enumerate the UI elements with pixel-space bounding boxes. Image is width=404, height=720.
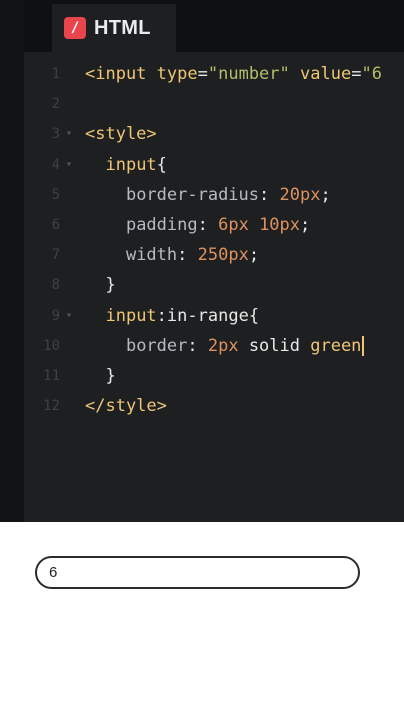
line-number: 1 <box>51 66 60 82</box>
code-text: <input type="number" value="6 <box>85 59 382 89</box>
code-token: 20px <box>279 184 321 205</box>
code-editor[interactable]: / HTML 1 <input type="number" value="6 2 3 ▾… <box>0 0 404 522</box>
code-token: solid <box>238 335 311 356</box>
code-token: : <box>197 214 219 235</box>
code-line[interactable]: 10 border: 2px solid green <box>24 331 404 361</box>
code-line[interactable]: 5 border-radius: 20px; <box>24 180 404 210</box>
code-token: border-radius <box>125 184 260 205</box>
text-cursor <box>362 335 365 356</box>
tab-bar: / HTML <box>24 0 404 52</box>
code-token: 10px <box>259 214 301 235</box>
code-text: width: 250px; <box>85 240 259 270</box>
line-number: 11 <box>43 367 60 384</box>
code-token: ; <box>300 214 311 235</box>
code-line[interactable]: 2 <box>24 89 404 119</box>
code-token: type <box>156 64 198 84</box>
line-number: 12 <box>43 398 60 415</box>
editor-side-strip <box>0 0 24 522</box>
code-token: </style> <box>85 396 167 417</box>
code-token: 6px <box>218 214 249 235</box>
code-token: value <box>300 64 352 84</box>
code-token: } <box>105 275 116 296</box>
code-token: 2px <box>207 335 239 356</box>
code-text: </style> <box>85 391 167 421</box>
code-token: : <box>177 245 198 266</box>
line-number: 4 <box>51 156 60 173</box>
code-token: 250px <box>197 245 249 266</box>
code-token: "6 <box>361 64 382 84</box>
code-line[interactable]: 8 } <box>24 270 404 300</box>
line-number: 6 <box>51 216 60 233</box>
code-token: = <box>197 64 208 84</box>
code-token: "number" <box>207 64 290 84</box>
fold-arrow-icon[interactable]: ▾ <box>66 301 72 331</box>
code-token: in-range <box>166 305 249 326</box>
code-line[interactable]: 6 padding: 6px 10px; <box>24 210 404 240</box>
code-token: ; <box>320 184 331 205</box>
code-token: } <box>105 365 116 386</box>
code-text: input{ <box>85 150 167 180</box>
code-line[interactable]: 1 <input type="number" value="6 <box>24 59 404 89</box>
code-token: padding <box>125 214 198 235</box>
code-line[interactable]: 4 ▾ input{ <box>24 150 404 180</box>
tab-html[interactable]: / HTML <box>52 4 176 52</box>
code-text: input:in-range{ <box>85 301 259 331</box>
code-text: } <box>85 361 116 391</box>
line-number: 3 <box>51 126 60 143</box>
code-token: width <box>125 245 178 266</box>
line-number: 9 <box>51 307 60 324</box>
code-token: = <box>351 64 362 84</box>
html-file-icon: / <box>64 17 86 39</box>
tab-html-label: HTML <box>94 16 151 39</box>
code-token: input <box>105 305 157 326</box>
code-line[interactable]: 3 ▾ <style> <box>24 119 404 149</box>
line-number: 5 <box>51 186 60 203</box>
code-token: ; <box>248 245 260 266</box>
code-token: : <box>156 305 167 326</box>
code-text: } <box>85 270 116 300</box>
number-input-preview[interactable] <box>35 556 360 589</box>
code-line[interactable]: 7 width: 250px; <box>24 240 404 270</box>
code-token: { <box>156 154 167 175</box>
code-token: border <box>125 335 188 356</box>
fold-arrow-icon[interactable]: ▾ <box>66 150 72 180</box>
code-token: : <box>187 335 208 356</box>
code-line[interactable]: 9 ▾ input:in-range{ <box>24 301 404 331</box>
code-token: { <box>248 305 260 326</box>
line-number: 8 <box>51 277 60 294</box>
code-line[interactable]: 11 } <box>24 361 404 391</box>
code-token: <input <box>85 64 147 84</box>
code-area[interactable]: 1 <input type="number" value="6 2 3 ▾ <style>… <box>24 59 404 421</box>
code-text: border: 2px solid green <box>85 331 365 361</box>
code-line[interactable]: 12 </style> <box>24 391 404 421</box>
code-token: input <box>105 154 157 175</box>
line-number: 10 <box>43 337 60 354</box>
fold-arrow-icon[interactable]: ▾ <box>66 119 72 149</box>
code-token: green <box>310 335 362 356</box>
code-text: border-radius: 20px; <box>85 180 331 210</box>
code-token: <style> <box>85 124 157 145</box>
code-text: <style> <box>85 119 157 149</box>
line-number: 7 <box>51 247 60 264</box>
line-number: 2 <box>51 96 60 113</box>
code-text: padding: 6px 10px; <box>85 210 310 240</box>
code-token: : <box>259 184 280 205</box>
preview-pane <box>0 522 404 720</box>
